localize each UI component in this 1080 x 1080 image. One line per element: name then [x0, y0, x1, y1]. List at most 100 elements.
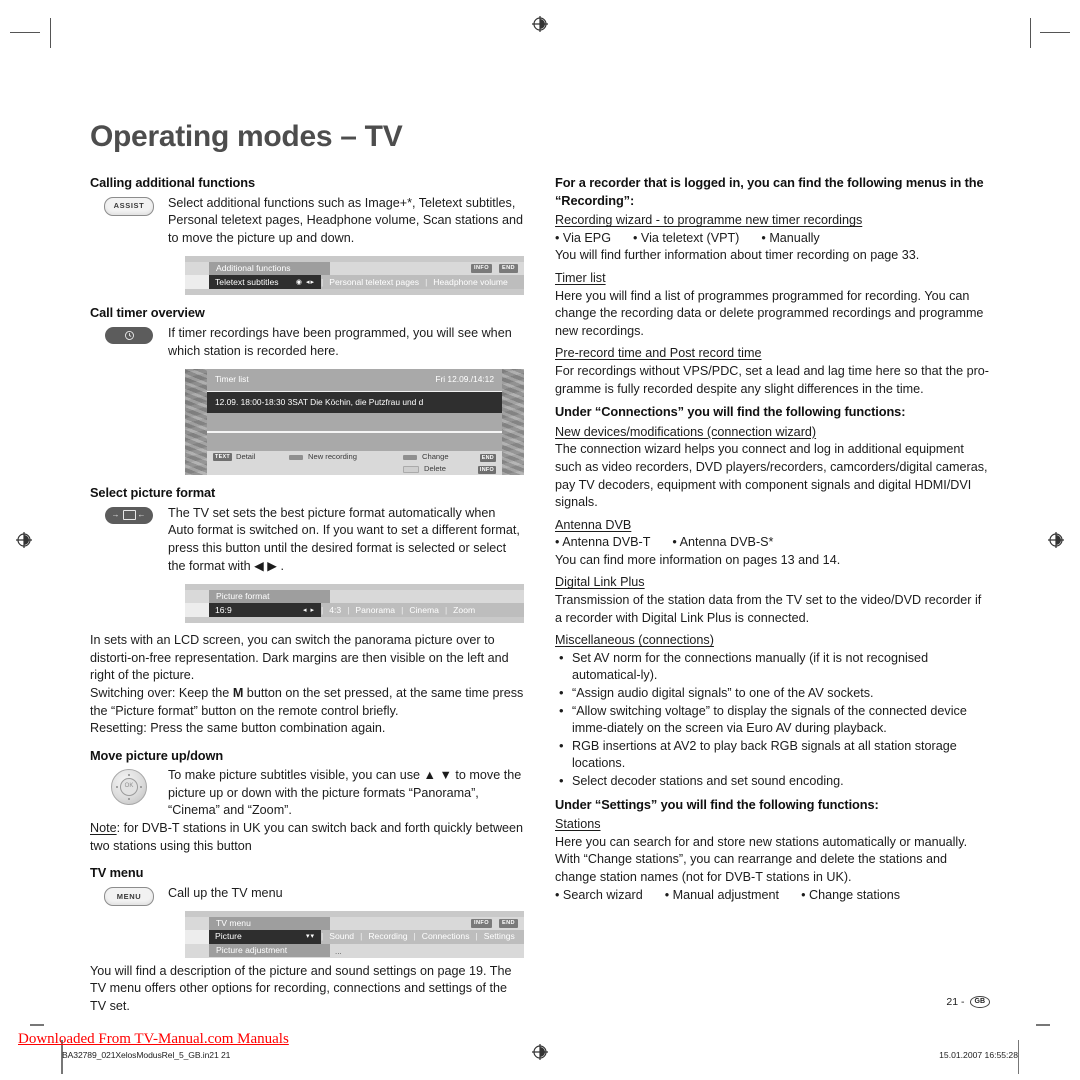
osd-corner-badges: INFO END — [471, 918, 518, 928]
paragraph-tv-menu-closing: You will find a description of the pictu… — [90, 963, 512, 1014]
subheading-antenna-dvb: Antenna DVB — [555, 517, 632, 532]
osd-menu-selected[interactable]: 16:9 ◂ ▸ — [209, 603, 321, 618]
body-call-timer-overview: If timer recordings have been programmed… — [168, 325, 512, 358]
osd-title-row: Additional functions INFO END — [185, 262, 524, 276]
key-cell: MENU — [90, 885, 168, 906]
clock-key-icon[interactable] — [105, 326, 153, 344]
osd-menu-item[interactable]: 4:3 — [323, 605, 347, 616]
body-recording-wizard: You will find further information about … — [555, 248, 920, 263]
heading-recording-menus: For a recorder that is logged in, you ca… — [555, 175, 984, 208]
body-antenna-dvb: You can find more information on pages 1… — [555, 552, 841, 567]
end-badge: END — [498, 918, 518, 928]
body-calling-additional-functions: Select additional functions such as Imag… — [168, 195, 523, 245]
locale-badge: GB — [969, 996, 990, 1008]
assist-key-icon[interactable]: ASSIST — [104, 196, 154, 216]
menu-key-icon[interactable]: MENU — [104, 886, 154, 906]
osd-menu-item[interactable]: Recording — [362, 931, 413, 942]
bullets-stations: • Search wizard • Manual adjustment • Ch… — [555, 887, 989, 905]
text-key-badge: TEXT — [213, 453, 232, 462]
heading-connections: Under “Connections” you will find the fo… — [555, 404, 906, 420]
list-miscellaneous-connections: Set AV norm for the connections manually… — [555, 649, 989, 791]
color-key-chip-icon — [403, 454, 417, 460]
timer-list-row[interactable]: 12.09. 18:00-18:30 3SAT Die Köchin, die … — [207, 391, 502, 414]
paragraph-resetting: Resetting: Press the same button combina… — [90, 721, 386, 736]
subheading-digital-link-plus: Digital Link Plus — [555, 575, 645, 590]
body-timer-list: Here you will find a list of programmes … — [555, 288, 984, 338]
paragraph-note: Note: for DVB-T stations in UK you can s… — [90, 820, 524, 855]
info-badge: INFO — [477, 466, 496, 475]
subheading-stations: Stations — [555, 817, 601, 832]
body-move-picture-up-down: To make picture subtitles visible, you c… — [168, 768, 522, 818]
osd-additional-functions: Additional functions INFO END Teletext s… — [185, 256, 524, 296]
osd-menu-selected-label: Picture — [215, 931, 242, 942]
list-item: “Allow switching voltage” to display the… — [555, 702, 989, 738]
osd-menu-item[interactable]: Sound — [323, 931, 360, 942]
list-item: Select decoder stations and set sound en… — [555, 772, 989, 791]
picture-format-key-icon[interactable]: → ← — [105, 506, 153, 524]
legend-info-badge: INFO — [477, 460, 496, 475]
bullet-item: • Manual adjustment — [664, 887, 780, 902]
osd-menu-item[interactable]: Connections — [416, 931, 476, 942]
footer-timestamp: 15.01.2007 16:55:28 — [939, 1050, 1018, 1060]
bullet-item: • Via teletext (VPT) — [633, 230, 740, 245]
key-cell: → ← — [90, 505, 168, 524]
timer-list-divider — [207, 431, 502, 433]
m-button-label: M — [232, 685, 244, 700]
page-number-block: 21 - GB — [946, 996, 990, 1008]
osd-menu-item[interactable]: Panorama — [349, 605, 401, 616]
osd-menu-item[interactable]: Zoom — [447, 605, 481, 616]
osd-corner-badges: INFO END — [471, 264, 518, 274]
registration-mark-left — [14, 530, 34, 550]
list-item: “Assign audio digital signals” to one of… — [555, 684, 989, 703]
timer-list-title: Timer list — [215, 374, 249, 385]
osd-menu-bar: Teletext subtitles ◉ ◂▸ | Personal telet… — [185, 275, 524, 290]
heading-calling-additional-functions: Calling additional functions — [90, 175, 255, 190]
list-item: Set AV norm for the connections manually… — [555, 649, 989, 685]
osd-menu-item[interactable]: Personal teletext pages — [323, 277, 425, 288]
info-badge: INFO — [471, 918, 492, 928]
timer-list-datetime: Fri 12.09./14:12 — [435, 374, 494, 385]
right-dot-icon — [140, 786, 142, 789]
heading-call-timer-overview: Call timer overview — [90, 305, 205, 321]
format-glyph-icon: → ← — [111, 510, 147, 521]
page-title: Operating modes – TV — [90, 120, 403, 154]
list-item: RGB insertions at AV2 to play back RGB s… — [555, 737, 989, 773]
bullet-item: • Search wizard — [555, 887, 643, 902]
right-column: For a recorder that is logged in, you ca… — [555, 174, 989, 904]
color-key-chip-icon — [289, 454, 303, 460]
osd-title-row: TV menu INFO END — [185, 916, 524, 930]
osd-submenu-dots: ... — [335, 946, 342, 956]
osd-menu-lead — [185, 603, 209, 618]
note-label: Note — [90, 821, 117, 836]
key-legend-row: TEXT Detail New recording Change END — [207, 451, 502, 463]
osd-tv-menu: TV menu INFO END Picture ▾▾ | Sound | Re… — [185, 910, 524, 958]
osd-menu-selected[interactable]: Picture ▾▾ — [209, 929, 321, 944]
bullet-item: • Manually — [761, 230, 820, 245]
crop-mark-right-top — [1040, 32, 1070, 33]
osd-menu-selected[interactable]: Teletext subtitles ◉ ◂▸ — [209, 275, 321, 290]
subheading-timer-list: Timer list — [555, 270, 606, 285]
osd-menu-item[interactable]: Settings — [478, 931, 521, 942]
osd-submenu-row: Picture adjustment ... — [185, 943, 524, 958]
ok-center-icon[interactable]: OK — [120, 778, 138, 797]
entry-calling-additional-functions: ASSIST Select additional functions such … — [90, 195, 524, 248]
page-number: 21 - — [946, 996, 965, 1008]
osd-menu-item[interactable]: Headphone volume — [427, 277, 514, 288]
osd-submenu-label[interactable]: Picture adjustment — [209, 943, 330, 957]
ok-ring-key-icon[interactable]: OK — [111, 769, 147, 806]
up-dot-icon — [128, 774, 130, 777]
osd-menu-item[interactable]: Cinema — [403, 605, 445, 616]
left-dot-icon — [116, 786, 118, 789]
key-cell — [90, 325, 168, 344]
end-badge: END — [498, 264, 518, 274]
body-select-picture-format: The TV set sets the best picture format … — [168, 505, 520, 573]
osd-menu-bar: Picture ▾▾ | Sound | Recording | Connect… — [185, 929, 524, 944]
document-page: Operating modes – TV Calling additional … — [0, 0, 1080, 1080]
